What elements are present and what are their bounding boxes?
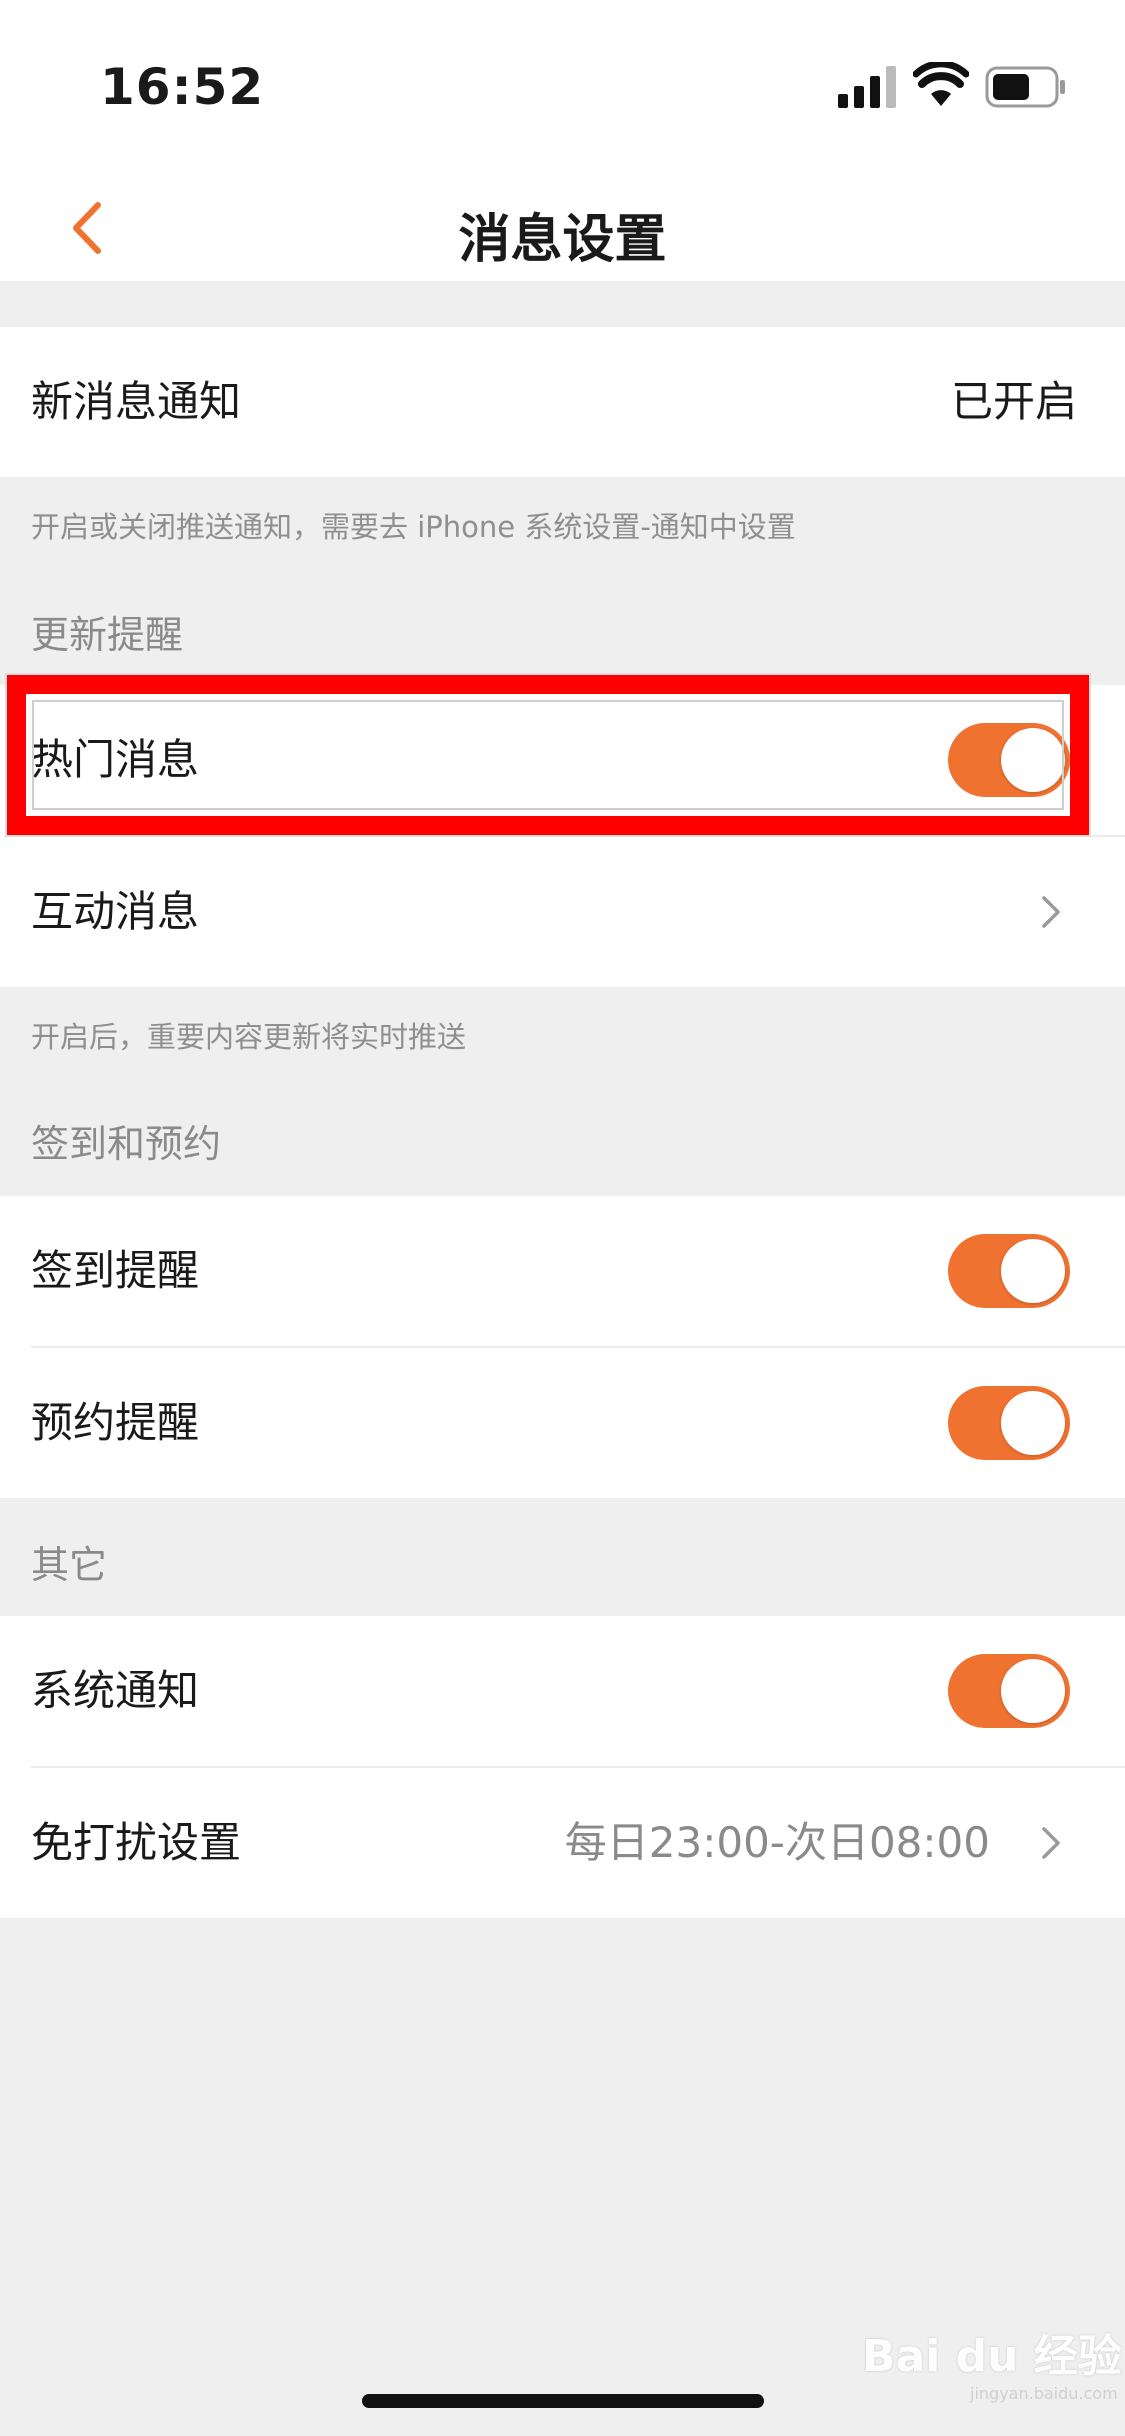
watermark-url: jingyan.baidu.com [970,2384,1118,2403]
do-not-disturb-schedule: 每日23:00-次日08:00 [564,1818,990,1867]
wifi-icon [913,62,969,106]
section-header-other: 其它 [31,1543,108,1587]
toggle-knob [1001,1659,1065,1723]
chevron-right-icon [1042,1827,1060,1859]
chevron-right-icon [1042,896,1060,928]
other-group: 系统通知 免打扰设置 每日23:00-次日08:00 [0,1616,1125,1918]
new-message-group: 新消息通知 已开启 [0,327,1125,477]
toggle-knob [1001,1239,1065,1303]
push-notification-note: 开启或关闭推送通知，需要去 iPhone 系统设置-通知中设置 [31,510,796,544]
status-bar: 16:52 [0,0,1125,175]
new-message-label: 新消息通知 [31,377,242,426]
home-indicator[interactable] [362,2394,764,2408]
highlight-annotation-box [7,675,1089,835]
checkin-reminder-toggle[interactable] [948,1234,1070,1308]
do-not-disturb-label: 免打扰设置 [31,1818,242,1867]
checkin-reminder-row[interactable]: 签到提醒 [0,1196,1125,1346]
checkin-reminder-label: 签到提醒 [31,1246,200,1295]
baidu-jingyan-watermark: Bai du 经验 [862,2331,1122,2382]
toggle-knob [1001,1391,1065,1455]
system-notification-label: 系统通知 [31,1666,200,1715]
system-notification-row[interactable]: 系统通知 [0,1616,1125,1766]
system-notification-toggle[interactable] [948,1654,1070,1728]
checkin-booking-group: 签到提醒 预约提醒 [0,1196,1125,1498]
section-header-update-reminder: 更新提醒 [31,613,184,657]
status-time: 16:52 [100,58,265,116]
booking-reminder-toggle[interactable] [948,1386,1070,1460]
new-message-status: 已开启 [950,377,1077,426]
do-not-disturb-row[interactable]: 免打扰设置 每日23:00-次日08:00 [0,1768,1125,1918]
interactive-messages-row[interactable]: 互动消息 [0,837,1125,987]
booking-reminder-label: 预约提醒 [31,1398,200,1447]
section-header-checkin-booking: 签到和预约 [31,1122,222,1166]
realtime-push-note: 开启后，重要内容更新将实时推送 [31,1020,467,1054]
page-title: 消息设置 [458,210,667,270]
battery-icon [985,66,1065,108]
cellular-signal-icon [838,66,896,108]
new-message-row[interactable]: 新消息通知 已开启 [0,327,1125,477]
navigation-bar: 消息设置 [0,175,1125,281]
interactive-messages-label: 互动消息 [31,887,200,936]
booking-reminder-row[interactable]: 预约提醒 [0,1348,1125,1498]
